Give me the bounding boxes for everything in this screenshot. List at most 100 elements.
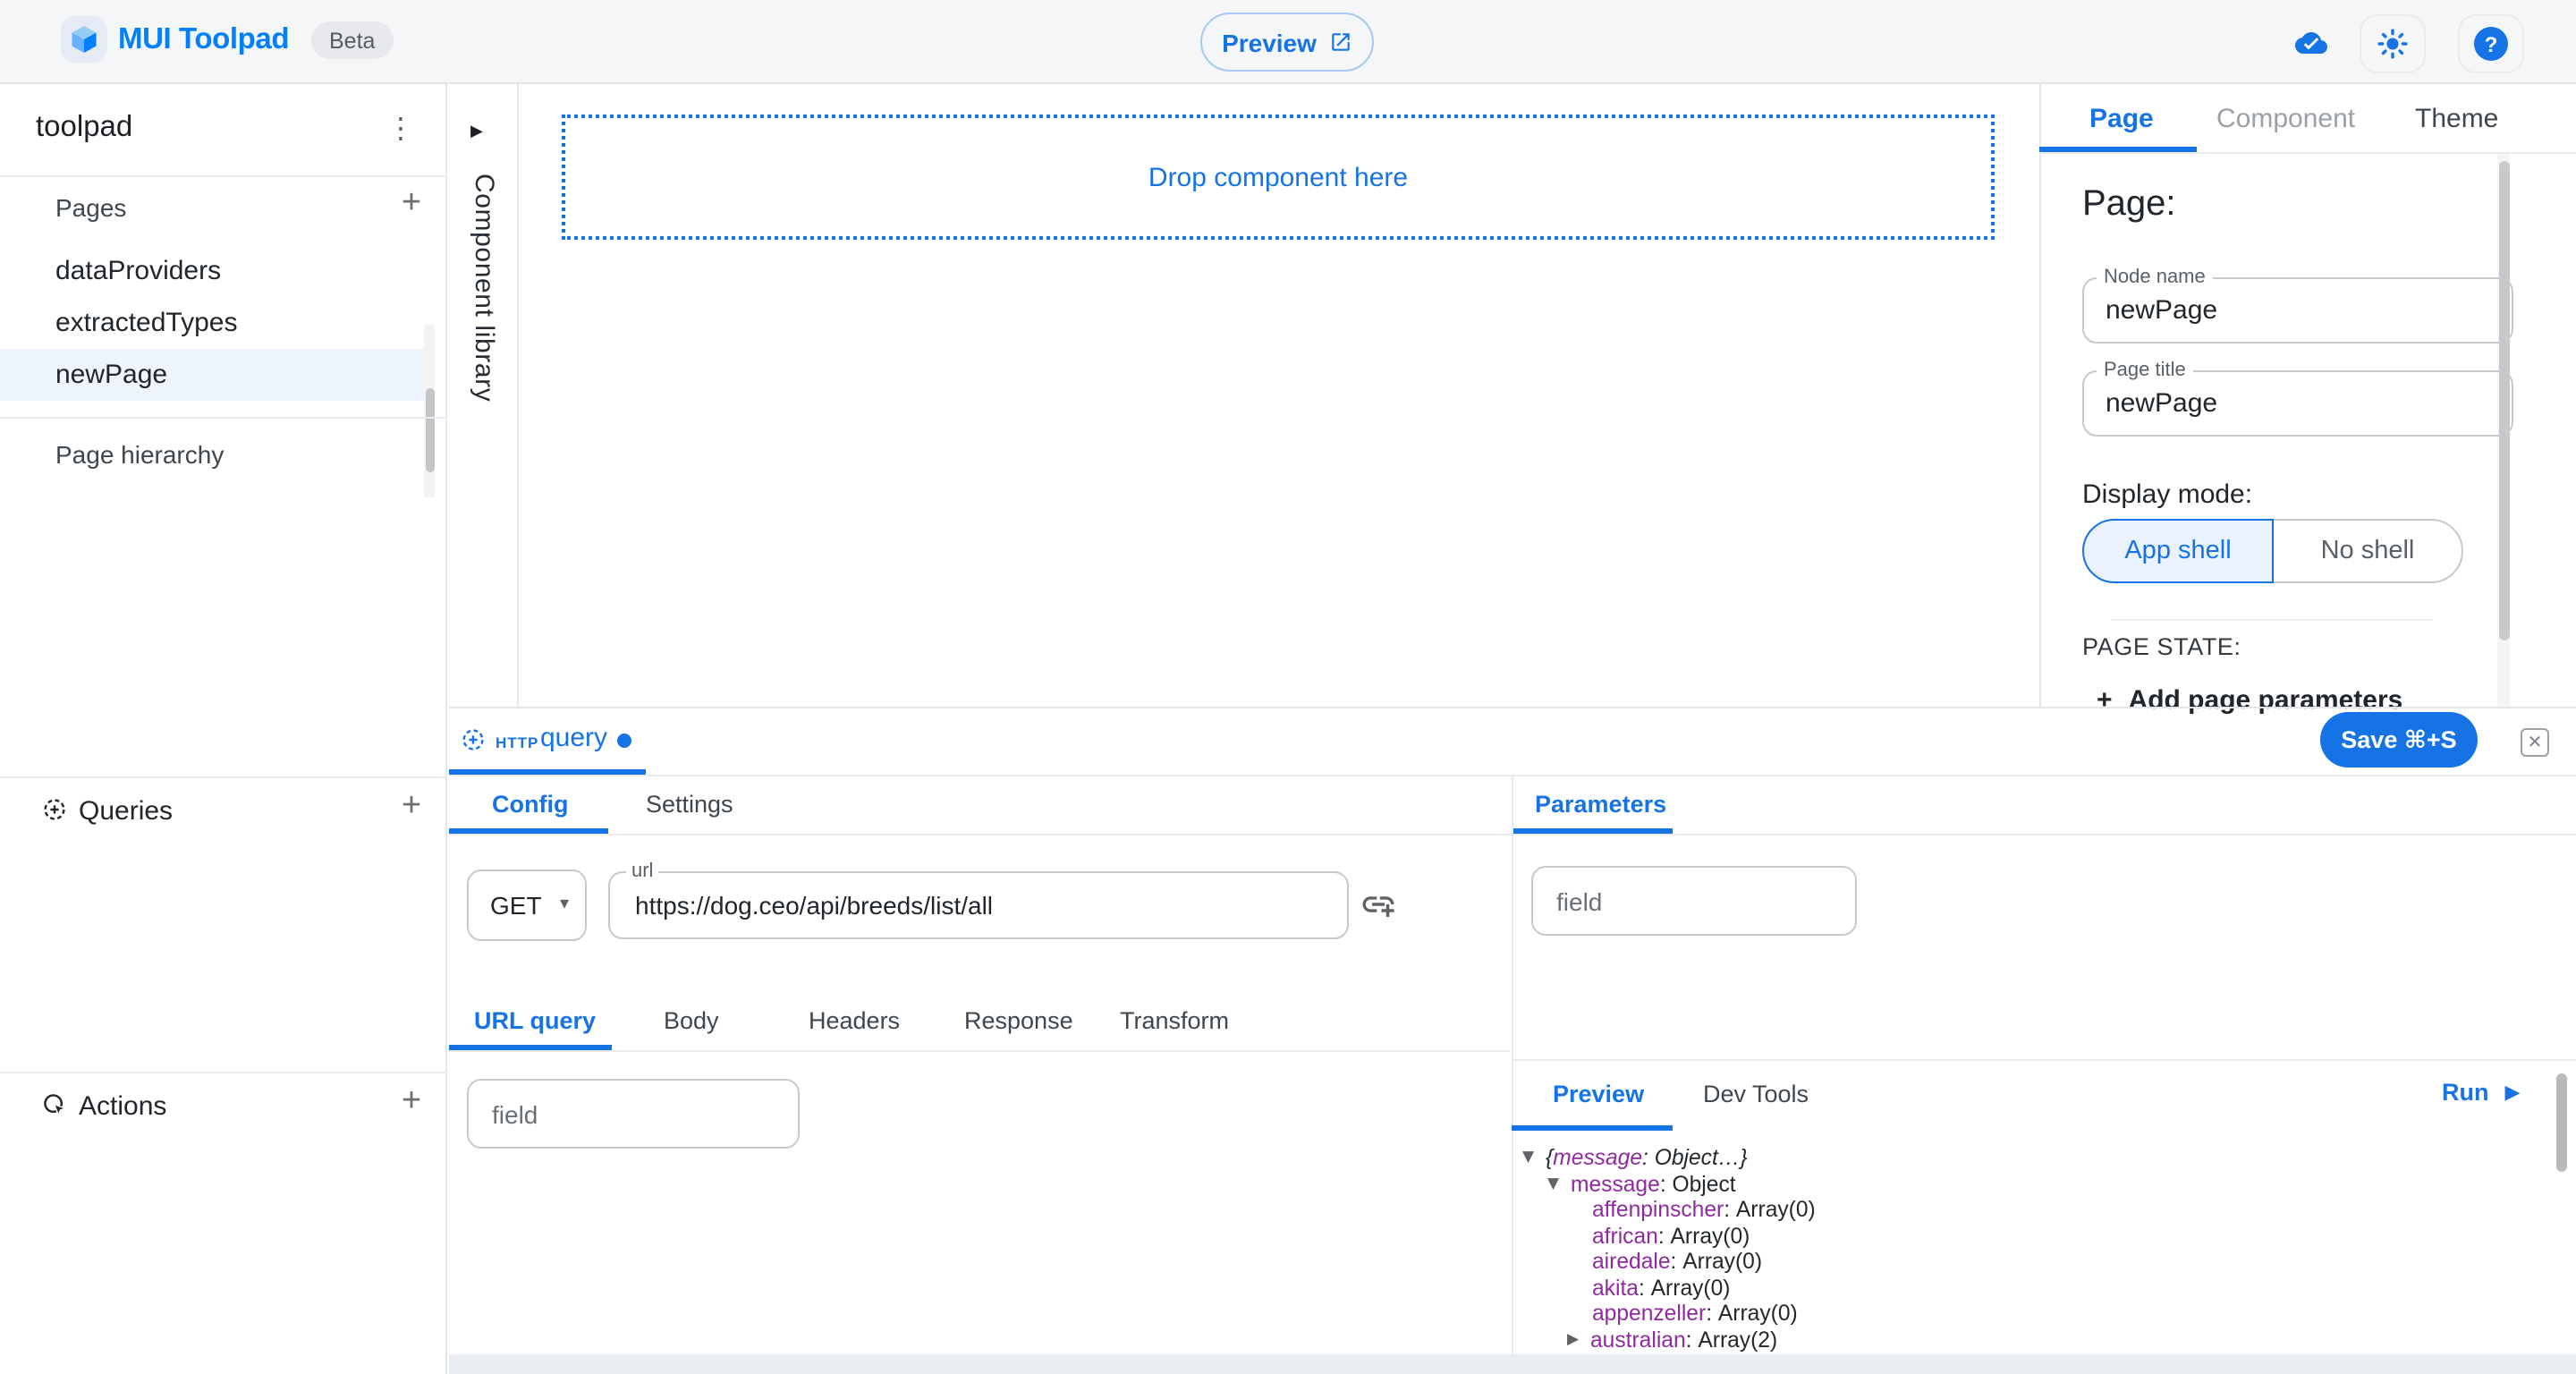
- tab-config[interactable]: Config: [492, 791, 569, 818]
- http-method-select[interactable]: GET ▾: [467, 869, 587, 941]
- preview-button-label: Preview: [1222, 28, 1317, 56]
- plus-icon: +: [2097, 685, 2113, 716]
- divider: [1513, 1059, 2576, 1061]
- parameters-field: [1531, 866, 1857, 936]
- app-title: MUI Toolpad: [118, 23, 289, 57]
- tree-row: ▼message: Object: [1547, 1171, 2551, 1197]
- beta-badge: Beta: [311, 21, 393, 59]
- divider: [0, 175, 447, 177]
- pages-scrollbar-thumb[interactable]: [425, 388, 434, 472]
- preview-scrollbar-thumb[interactable]: [2556, 1073, 2567, 1172]
- page-title-input[interactable]: [2106, 372, 2490, 435]
- actions-icon: [43, 1093, 66, 1116]
- http-query-icon: [462, 728, 485, 760]
- parameters-input[interactable]: [1556, 868, 1825, 934]
- kebab-icon: ⋮: [386, 111, 415, 147]
- expand-library-chevron-icon[interactable]: ▶: [470, 122, 483, 141]
- tab-settings[interactable]: Settings: [646, 791, 733, 818]
- preview-button[interactable]: Preview: [1200, 13, 1374, 72]
- tree-key: australian: [1590, 1327, 1686, 1353]
- plus-icon: +: [402, 787, 421, 827]
- add-page-parameters-label: Add page parameters: [2129, 685, 2403, 716]
- divider: [0, 1072, 447, 1073]
- tree-row: appenzeller: Array(0): [1592, 1301, 2551, 1327]
- tree-colon: :: [1724, 1197, 1736, 1223]
- json-result-tree: ▼{message: Object…} ▼message: Object aff…: [1522, 1145, 2551, 1374]
- run-button-label: Run: [2442, 1079, 2489, 1106]
- active-tab-underline: [2039, 147, 2197, 152]
- active-tab-underline: [1512, 828, 1673, 834]
- run-button[interactable]: Run ▶: [2442, 1079, 2520, 1106]
- cloud-done-icon: [2290, 27, 2333, 59]
- url-query-param-input[interactable]: [492, 1081, 760, 1147]
- tab-body[interactable]: Body: [664, 1007, 719, 1034]
- tree-root-brace: {: [1546, 1145, 1553, 1171]
- play-icon: ▶: [2505, 1081, 2521, 1104]
- tree-colon: :: [1639, 1275, 1651, 1301]
- component-library-label: Component library: [469, 174, 499, 402]
- deploy-status-button[interactable]: [2284, 21, 2338, 64]
- app-header: MUI Toolpad Beta Preview: [0, 0, 2576, 84]
- tab-theme[interactable]: Theme: [2415, 104, 2498, 134]
- tree-expand-icon[interactable]: ▼: [1547, 1171, 1571, 1197]
- pages-section-label: Pages: [55, 193, 126, 222]
- project-menu-button[interactable]: ⋮: [379, 107, 422, 150]
- canvas-drop-zone[interactable]: Drop component here: [562, 114, 1995, 240]
- add-link-icon[interactable]: [1360, 886, 1397, 932]
- tab-component[interactable]: Component: [2216, 104, 2355, 134]
- panel-divider: [1512, 776, 1513, 1354]
- chevron-down-icon: ▾: [560, 895, 569, 914]
- tree-expand-icon[interactable]: ▶: [1567, 1327, 1590, 1353]
- tab-response[interactable]: Response: [964, 1007, 1073, 1034]
- add-page-button[interactable]: +: [392, 184, 431, 224]
- queries-section-label: Queries: [79, 796, 173, 827]
- tab-transform[interactable]: Transform: [1120, 1007, 1229, 1034]
- tree-row: airedale: Array(0): [1592, 1249, 2551, 1275]
- http-method-value: GET: [490, 891, 542, 920]
- add-action-button[interactable]: +: [392, 1082, 431, 1122]
- help-icon: ?: [2474, 27, 2508, 61]
- add-page-parameters-button[interactable]: + Add page parameters: [2097, 685, 2402, 716]
- divider: [449, 1050, 1510, 1052]
- tree-expand-icon[interactable]: ▼: [1522, 1145, 1546, 1171]
- light-mode-icon: [2377, 29, 2408, 59]
- divider: [0, 776, 447, 778]
- queries-icon: [43, 798, 66, 821]
- toolpad-logo-icon: [61, 16, 107, 63]
- sidebar-item-extractedtypes[interactable]: extractedTypes: [0, 297, 424, 349]
- tree-colon: :: [1706, 1301, 1718, 1327]
- tab-preview[interactable]: Preview: [1553, 1081, 1644, 1107]
- tree-key: akita: [1592, 1275, 1639, 1301]
- node-name-input[interactable]: [2106, 279, 2490, 342]
- active-tab-underline: [449, 1045, 612, 1050]
- help-button[interactable]: ?: [2458, 14, 2524, 73]
- tab-page[interactable]: Page: [2089, 104, 2154, 134]
- unsaved-changes-dot: [617, 734, 631, 748]
- tab-parameters[interactable]: Parameters: [1535, 791, 1666, 818]
- tab-url-query[interactable]: URL query: [474, 1007, 596, 1034]
- tree-value: Array(2): [1698, 1327, 1777, 1353]
- divider: [2111, 619, 2433, 621]
- actions-section-label: Actions: [79, 1091, 166, 1122]
- url-field: url: [608, 871, 1349, 939]
- url-input[interactable]: [635, 873, 1333, 937]
- save-button[interactable]: Save ⌘+S: [2320, 712, 2478, 768]
- page-state-label: PAGE STATE:: [2082, 633, 2241, 660]
- project-title: toolpad: [36, 111, 132, 145]
- tree-root-suffix: : Object…}: [1642, 1145, 1748, 1171]
- add-query-button[interactable]: +: [392, 787, 431, 827]
- tab-headers[interactable]: Headers: [809, 1007, 900, 1034]
- theme-toggle-button[interactable]: [2360, 14, 2426, 73]
- display-mode-app-shell[interactable]: App shell: [2082, 519, 2274, 583]
- tree-key: message: [1571, 1171, 1660, 1197]
- close-query-editor-button[interactable]: ✕: [2521, 728, 2549, 757]
- node-name-field: Node name: [2082, 277, 2513, 344]
- url-query-param-field: [467, 1079, 800, 1149]
- display-mode-no-shell[interactable]: No shell: [2272, 519, 2463, 583]
- sidebar-item-newpage[interactable]: newPage: [0, 349, 424, 401]
- tab-dev-tools[interactable]: Dev Tools: [1703, 1081, 1809, 1107]
- query-tab[interactable]: query: [540, 723, 607, 753]
- horizontal-scrollbar-track[interactable]: [449, 1354, 2576, 1374]
- sidebar-item-dataproviders[interactable]: dataProviders: [0, 245, 424, 297]
- tree-colon: :: [1686, 1327, 1699, 1353]
